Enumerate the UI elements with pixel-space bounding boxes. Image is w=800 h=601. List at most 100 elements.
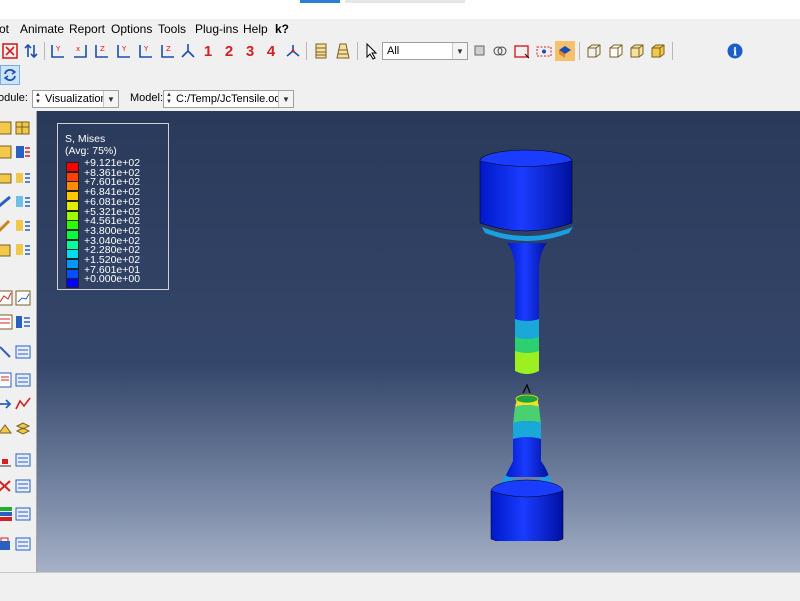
viewport[interactable]: S, Mises (Avg: 75%) +9.121e+02 +8.361e+02… xyxy=(37,111,800,572)
plot-material-icon[interactable] xyxy=(0,169,14,187)
symbol-options-icon[interactable] xyxy=(14,193,32,211)
plot-symbols-icon[interactable] xyxy=(14,143,32,161)
menu-report[interactable]: Report xyxy=(69,22,105,36)
chevron-down-icon: ▼ xyxy=(452,43,467,59)
common-options-icon[interactable] xyxy=(0,217,14,235)
status-area xyxy=(0,572,800,601)
drag-select-box-icon[interactable] xyxy=(512,41,532,61)
legend-value: +0.000e+00 xyxy=(84,273,141,286)
free-body-icon[interactable] xyxy=(0,451,14,469)
info-icon[interactable]: i xyxy=(725,41,745,61)
window-tab[interactable] xyxy=(345,0,465,3)
path-manager-icon[interactable] xyxy=(14,343,32,361)
selection-filter-dropdown[interactable]: All ▼ xyxy=(382,42,468,60)
xy-data-manager-icon[interactable] xyxy=(14,313,32,331)
superimpose-options-icon[interactable] xyxy=(14,217,32,235)
contour-options-icon[interactable] xyxy=(14,169,32,187)
report-manager-icon[interactable] xyxy=(14,371,32,389)
menu-help[interactable]: Help xyxy=(243,22,268,36)
display-group-icon[interactable] xyxy=(0,477,14,495)
shaded-icon[interactable] xyxy=(648,41,668,61)
bottom-stress-band-2 xyxy=(513,405,541,423)
legend-color-swatch xyxy=(66,171,79,182)
view-zx-icon[interactable]: Y xyxy=(136,41,156,61)
filled-icon[interactable] xyxy=(627,41,647,61)
menu-plug-ins[interactable]: Plug-ins xyxy=(195,22,238,36)
menu-animate[interactable]: Animate xyxy=(20,22,64,36)
view-xy-icon[interactable]: Y xyxy=(48,41,68,61)
model-label: Model: xyxy=(130,92,164,104)
color-manager-icon[interactable] xyxy=(14,505,32,523)
module-dropdown[interactable]: ▲ ▼ Visualization ▼ xyxy=(32,90,119,108)
legend-title: S, Mises xyxy=(65,133,106,145)
triad-icon[interactable] xyxy=(283,41,303,61)
select-options-icon[interactable] xyxy=(470,41,490,61)
display-group-manager-icon[interactable] xyxy=(14,477,32,495)
hidden-line-icon[interactable] xyxy=(606,41,626,61)
plot-deformed-icon[interactable] xyxy=(14,119,32,137)
context-bar: odule: ▲ ▼ Visualization ▼ Model: ▲ ▼ C:/T… xyxy=(0,87,800,112)
xy-data-icon[interactable] xyxy=(0,289,14,307)
view-yx-icon[interactable]: x xyxy=(70,41,90,61)
refresh-cycle-icon[interactable] xyxy=(0,65,20,85)
swap-arrows-icon[interactable] xyxy=(21,41,41,61)
view-xz-icon[interactable]: Z xyxy=(158,41,178,61)
legend-color-swatch xyxy=(66,162,79,172)
select-cursor-icon[interactable] xyxy=(362,41,382,61)
chevron-down-icon: ▼ xyxy=(278,91,293,107)
svg-text:x: x xyxy=(76,45,80,53)
menu-options[interactable]: Options xyxy=(111,22,152,36)
chevron-down-icon: ▼ xyxy=(103,91,118,107)
module-toolbox xyxy=(0,111,37,572)
plot-contours-icon[interactable] xyxy=(0,143,14,161)
top-window-strip xyxy=(0,0,800,19)
svg-text:Z: Z xyxy=(100,45,105,53)
main-toolbar: Y x Z Y Y Z 1 2 3 4 All ▼ i xyxy=(0,39,800,63)
tensile-specimen-model[interactable] xyxy=(437,141,657,541)
render-stack-icon[interactable] xyxy=(311,41,331,61)
deformed-options-icon[interactable] xyxy=(0,193,14,211)
highlight-icon[interactable] xyxy=(555,41,575,61)
bottom-stress-band-3 xyxy=(513,421,541,439)
free-body-manager-icon[interactable] xyxy=(14,451,32,469)
legend-color-swatch xyxy=(66,210,79,221)
secondary-toolbar xyxy=(0,63,800,88)
legend-subtitle: (Avg: 75%) xyxy=(65,145,117,157)
render-perspective-icon[interactable] xyxy=(333,41,353,61)
menu-tools[interactable]: Tools xyxy=(158,22,186,36)
view-cut-icon[interactable] xyxy=(0,241,14,259)
arrow-tool-icon[interactable] xyxy=(0,395,14,413)
animate-icon[interactable] xyxy=(0,421,14,439)
module-label: odule: xyxy=(0,92,28,104)
view-cut-manager-icon[interactable] xyxy=(14,241,32,259)
view-yz-icon[interactable]: Z xyxy=(92,41,112,61)
view-iso-icon[interactable] xyxy=(178,41,198,61)
probe-values-icon[interactable] xyxy=(0,313,14,331)
color-code-icon[interactable] xyxy=(0,505,14,523)
report-icon[interactable] xyxy=(0,371,14,389)
query-icon[interactable] xyxy=(0,535,14,553)
step-4-button[interactable]: 4 xyxy=(261,41,281,61)
select-mode-icon[interactable] xyxy=(534,41,554,61)
wireframe-icon[interactable] xyxy=(584,41,604,61)
step-1-button[interactable]: 1 xyxy=(198,41,218,61)
active-window-tab[interactable] xyxy=(300,0,340,3)
animate-options-icon[interactable] xyxy=(14,421,32,439)
step-3-button[interactable]: 3 xyxy=(240,41,260,61)
svg-text:Y: Y xyxy=(55,45,61,53)
model-dropdown[interactable]: ▲ ▼ C:/Temp/JcTensile.odb ▼ xyxy=(163,90,294,108)
path-icon[interactable] xyxy=(0,343,14,361)
menu-plot[interactable]: ot xyxy=(0,22,9,36)
legend-color-swatch xyxy=(66,229,79,240)
operate-xy-icon[interactable] xyxy=(14,395,32,413)
svg-text:Y: Y xyxy=(143,45,149,53)
select-group-icon[interactable] xyxy=(490,41,510,61)
query-manager-icon[interactable] xyxy=(14,535,32,553)
plot-undeformed-icon[interactable] xyxy=(0,119,14,137)
view-zy-icon[interactable]: Y xyxy=(114,41,134,61)
contour-legend: S, Mises (Avg: 75%) +9.121e+02 +8.361e+02… xyxy=(57,123,169,290)
xy-plot-icon[interactable] xyxy=(14,289,32,307)
menu-context-help[interactable]: k? xyxy=(275,22,289,36)
step-2-button[interactable]: 2 xyxy=(219,41,239,61)
auto-fit-icon[interactable] xyxy=(0,41,20,61)
